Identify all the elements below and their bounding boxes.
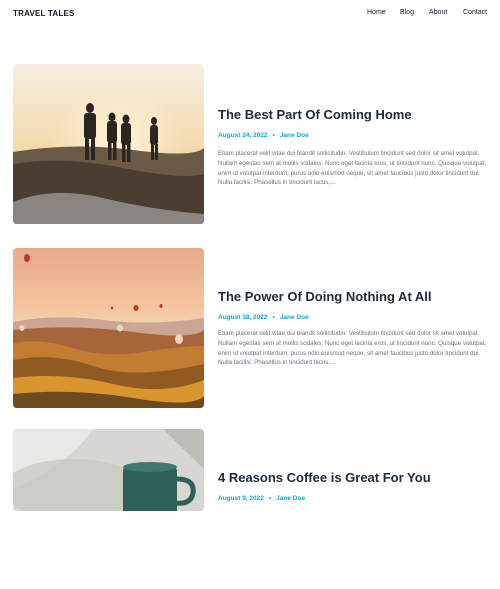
post-thumbnail-friends-sunset[interactable] <box>13 64 204 224</box>
post-date: August 18, 2022 <box>218 314 268 321</box>
post-card: The Power Of Doing Nothing At All August… <box>0 248 500 408</box>
post-title[interactable]: 4 Reasons Coffee is Great For You <box>218 470 431 485</box>
post-card: 4 Reasons Coffee is Great For You August… <box>0 429 500 589</box>
post-thumbnail-balloons-valley[interactable] <box>13 248 204 408</box>
post-excerpt: Etiam placerat velit vitae dui blandit s… <box>218 330 487 367</box>
post-meta: August 18, 2022 • Jane Doe <box>218 314 309 321</box>
post-author[interactable]: Jane Doe <box>280 132 309 139</box>
post-card: The Best Part Of Coming Home August 24, … <box>0 64 500 224</box>
nav-blog[interactable]: Blog <box>400 9 414 16</box>
meta-separator: • <box>272 314 275 321</box>
nav-home[interactable]: Home <box>367 9 386 16</box>
meta-separator: • <box>268 495 272 502</box>
meta-separator: • <box>272 132 275 139</box>
post-date: August 24, 2022 <box>218 132 268 139</box>
post-meta: August 24, 2022 • Jane Doe <box>218 132 309 139</box>
post-thumbnail-coffee-mug[interactable] <box>13 429 204 511</box>
main-nav: Home Blog About Contact <box>0 9 500 21</box>
post-meta: August 9, 2022 • Jane Doe <box>218 495 305 502</box>
post-excerpt: Etiam placerat velit vitae dui blandit s… <box>218 150 487 187</box>
nav-contact[interactable]: Contact <box>463 9 487 16</box>
post-author[interactable]: Jane Doe <box>280 314 309 321</box>
post-date: August 9, 2022 <box>218 495 264 502</box>
nav-about[interactable]: About <box>429 9 447 16</box>
post-author[interactable]: Jane Doe <box>276 495 305 502</box>
post-title[interactable]: The Power Of Doing Nothing At All <box>218 289 432 304</box>
post-title[interactable]: The Best Part Of Coming Home <box>218 107 412 122</box>
site-header: TRAVEL TALES Home Blog About Contact <box>0 0 500 28</box>
